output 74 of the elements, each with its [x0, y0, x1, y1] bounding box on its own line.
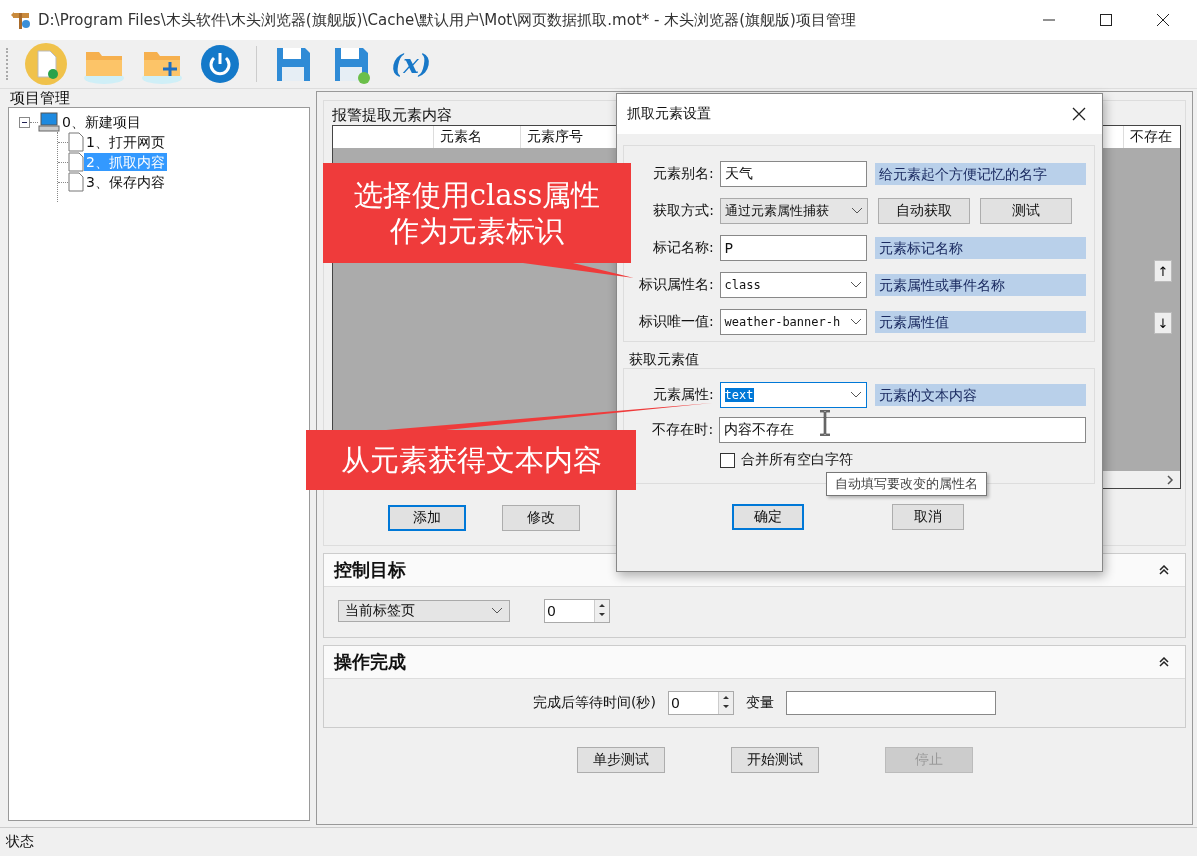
- callout-text: 选择使用class属性: [353, 177, 601, 213]
- checkbox[interactable]: [720, 452, 735, 468]
- collapse-icon[interactable]: [19, 116, 30, 128]
- tree-item[interactable]: 0、新建项目: [60, 113, 143, 131]
- field-label: 变量: [745, 694, 774, 712]
- document-icon: [68, 132, 84, 152]
- field-label: 标记名称:: [651, 238, 714, 257]
- move-button[interactable]: ↓: [1154, 312, 1172, 334]
- variable-field[interactable]: [785, 691, 996, 715]
- hint-text: 元素属性或事件名称: [874, 273, 1086, 296]
- method-dropdown[interactable]: 通过元素属性捕获: [720, 197, 868, 224]
- chevron-down-icon: [849, 280, 862, 289]
- computer-icon: [38, 112, 60, 132]
- chevron-down-icon: [491, 607, 503, 615]
- combo-field[interactable]: weather-banner-h: [719, 308, 867, 335]
- window-title: D:\Program Files\木头软件\木头浏览器(旗舰版)\Cache\默认用户\Mot\网页数据抓取.mot* - 木头浏览器(旗舰版)项目管理: [38, 10, 856, 30]
- combo-field[interactable]: class: [719, 271, 867, 298]
- chevron-down-icon: [849, 390, 862, 399]
- checkbox-label: 合并所有空白字符: [741, 451, 853, 469]
- spin-field[interactable]: 0: [667, 691, 734, 715]
- new-file-icon[interactable]: [24, 42, 68, 86]
- hint-text: 元素属性值: [874, 310, 1086, 333]
- field-label: 元素属性:: [651, 385, 714, 404]
- variable-button[interactable]: (x): [387, 49, 436, 79]
- tab-dropdown[interactable]: 当前标签页: [338, 600, 510, 622]
- grid-button[interactable]: 添加: [388, 505, 466, 531]
- hint-text: 元素标记名称: [874, 236, 1086, 259]
- group-title: 报警提取元素内容: [332, 105, 452, 125]
- group-title: 获取元素值: [629, 350, 700, 368]
- tree-item[interactable]: 1、打开网页: [84, 133, 167, 151]
- move-button[interactable]: ↑: [1154, 260, 1172, 282]
- column-header: 元素名: [434, 126, 521, 148]
- field-label: 获取方式:: [652, 201, 714, 220]
- action-button[interactable]: 单步测试: [576, 747, 665, 773]
- hint-text: 元素的文本内容: [874, 383, 1086, 406]
- field-label: 元素别名:: [651, 164, 714, 183]
- field-label: 标识属性名:: [637, 275, 714, 294]
- collapse-icon[interactable]: [1159, 657, 1169, 667]
- app-icon: [10, 10, 32, 30]
- collapse-icon[interactable]: [1159, 565, 1169, 575]
- combo-field[interactable]: text: [719, 381, 867, 408]
- dialog-button[interactable]: 取消: [892, 504, 964, 530]
- default-value-field[interactable]: 内容不存在: [719, 416, 1086, 443]
- section-title: 操作完成: [334, 650, 406, 674]
- chevron-down-icon: [851, 206, 863, 215]
- document-icon: [68, 172, 84, 192]
- tooltip: 自动填写要改变的属性名: [826, 472, 987, 496]
- dialog-button[interactable]: 自动获取: [878, 197, 970, 224]
- close-icon[interactable]: [1072, 107, 1086, 121]
- grid-button[interactable]: 修改: [502, 505, 580, 531]
- hint-text: 给元素起个方便记忆的名字: [874, 162, 1086, 185]
- section-title: 控制目标: [334, 558, 406, 582]
- status-text: 状态: [6, 833, 34, 851]
- text-cursor-icon: [819, 410, 831, 436]
- scroll-right-icon[interactable]: [1166, 474, 1174, 485]
- dialog-button[interactable]: 确定: [732, 504, 804, 530]
- spin-field[interactable]: 0: [544, 599, 610, 623]
- chevron-down-icon: [849, 317, 862, 326]
- column-header: 不存在: [1129, 127, 1173, 146]
- close-icon[interactable]: [1157, 14, 1169, 26]
- callout-text: 从元素获得文本内容: [340, 442, 602, 478]
- field-label: 不存在时:: [651, 420, 714, 439]
- input-field[interactable]: 天气: [719, 160, 867, 187]
- power-icon[interactable]: [198, 42, 242, 86]
- field-label: 标识唯一值:: [637, 312, 714, 331]
- dialog-button[interactable]: 测试: [980, 197, 1072, 224]
- tree-item[interactable]: 3、保存内容: [84, 173, 167, 191]
- maximize-icon[interactable]: [1100, 14, 1112, 26]
- field-label: 完成后等待时间(秒): [533, 694, 656, 712]
- callout-text: 作为元素标识: [390, 213, 564, 249]
- action-button[interactable]: 开始测试: [730, 747, 819, 773]
- panel-title: 项目管理: [10, 89, 71, 107]
- input-field[interactable]: P: [719, 234, 867, 261]
- dialog-title: 抓取元素设置: [627, 105, 711, 123]
